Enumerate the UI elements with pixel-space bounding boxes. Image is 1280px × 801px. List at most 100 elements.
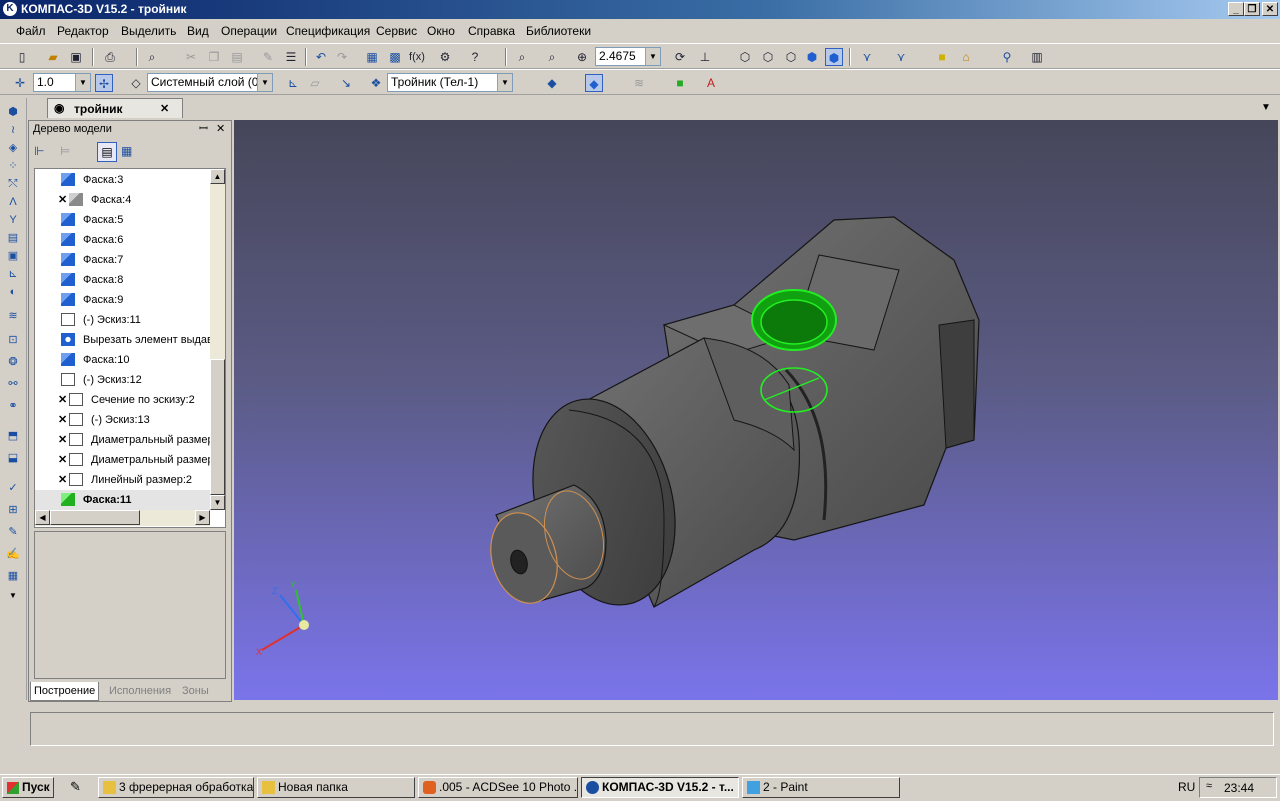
- sheet-metal-icon[interactable]: ◐: [5, 284, 21, 300]
- step-icon[interactable]: ✛: [11, 74, 29, 92]
- step-combo[interactable]: 1.0 ▼: [33, 73, 91, 92]
- auxiliary-geometry-icon[interactable]: ⤲: [5, 176, 21, 192]
- draw-icon[interactable]: ✍: [5, 546, 21, 562]
- orientation-icon[interactable]: ⊥: [696, 48, 714, 66]
- task-acdsee[interactable]: .005 - ACDSee 10 Photo ...: [418, 777, 578, 798]
- tree-item[interactable]: ✕ (-) Эскиз:13: [35, 410, 213, 430]
- menu-libraries[interactable]: Библиотеки: [526, 24, 591, 38]
- tree-view-mode-icon[interactable]: ▤: [97, 142, 117, 162]
- restore-button[interactable]: ❐: [1244, 2, 1260, 16]
- task-kompas[interactable]: КОМПАС-3D V15.2 - т...: [581, 777, 739, 798]
- thread-icon[interactable]: ≋: [5, 308, 21, 324]
- menu-window[interactable]: Окно: [427, 24, 455, 38]
- library-manager-icon[interactable]: ▩: [386, 48, 404, 66]
- manager-icon[interactable]: ▦: [363, 48, 381, 66]
- hidden-thin-icon[interactable]: ⬡: [782, 48, 800, 66]
- constraints-icon[interactable]: ⚯: [5, 376, 21, 392]
- menu-select[interactable]: Выделить: [121, 24, 176, 38]
- chevron-down-icon[interactable]: ▼: [645, 48, 660, 65]
- snap-icon[interactable]: ⋎: [892, 48, 910, 66]
- tree-item[interactable]: Фаска:9: [35, 290, 213, 310]
- pick-icon[interactable]: ↘: [337, 74, 355, 92]
- tree-item[interactable]: Фаска:3: [35, 170, 213, 190]
- close-panel-icon[interactable]: ✕: [216, 121, 225, 138]
- measure-tools-icon[interactable]: ⊾: [5, 266, 21, 282]
- cut-icon[interactable]: ✂: [182, 48, 200, 66]
- zoom-scale-icon[interactable]: ⊕: [573, 48, 591, 66]
- tree-item[interactable]: ✕ Сечение по эскизу:2: [35, 390, 213, 410]
- table-icon[interactable]: ▦: [5, 568, 21, 584]
- open-folder-icon[interactable]: ▰: [44, 48, 62, 66]
- surfaces-icon[interactable]: ◈: [5, 140, 21, 156]
- scroll-down-icon[interactable]: ▼: [210, 495, 225, 510]
- new-document-icon[interactable]: ▯: [13, 48, 31, 66]
- scroll-up-icon[interactable]: ▲: [210, 169, 225, 184]
- chevron-down-icon[interactable]: ▼: [497, 74, 512, 91]
- quicklaunch-icon[interactable]: ✎: [70, 779, 81, 795]
- close-tab-icon[interactable]: ✕: [160, 102, 169, 115]
- body-combo[interactable]: Тройник (Тел-1) ▼: [387, 73, 513, 92]
- tree-item[interactable]: ✕ Фаска:4: [35, 190, 213, 210]
- hidden-lines-icon[interactable]: ⬡: [759, 48, 777, 66]
- print-icon[interactable]: ⎙: [101, 48, 119, 66]
- tree-item[interactable]: (-) Эскиз:11: [35, 310, 213, 330]
- tab-zones[interactable]: Зоны: [179, 682, 212, 700]
- vertical-scrollbar[interactable]: ▲ ▼: [210, 169, 225, 510]
- tree-item[interactable]: (-) Эскиз:12: [35, 370, 213, 390]
- part-model[interactable]: X Y Z: [234, 120, 1278, 700]
- properties-icon[interactable]: ☰: [282, 48, 300, 66]
- shaded-edges-icon[interactable]: ⬢: [825, 48, 843, 66]
- spec-icon[interactable]: ▤: [5, 230, 21, 246]
- pencil-icon[interactable]: ✎: [5, 524, 21, 540]
- menu-file[interactable]: Файл: [16, 24, 46, 38]
- filter-tools-icon[interactable]: Y: [5, 212, 21, 228]
- horizontal-scrollbar[interactable]: ◀ ▶: [35, 510, 210, 526]
- dimension-icon[interactable]: A: [702, 74, 720, 92]
- chevron-down-icon[interactable]: ▼: [257, 74, 272, 91]
- tab-versions[interactable]: Исполнения: [106, 682, 174, 700]
- save-icon[interactable]: ▣: [67, 48, 85, 66]
- zoom-all-icon[interactable]: ⌕: [543, 48, 561, 66]
- tree-item[interactable]: ✕ Линейный размер:2: [35, 470, 213, 490]
- paste-icon[interactable]: ▤: [228, 48, 246, 66]
- zoom-window-icon[interactable]: ⌕: [513, 48, 531, 66]
- color-palette-icon[interactable]: ◆: [543, 74, 561, 92]
- active-style-icon[interactable]: ◆: [585, 74, 603, 92]
- tree-item[interactable]: ✕ Диаметральный размер: [35, 450, 213, 470]
- tab-construction[interactable]: Построение: [30, 682, 100, 701]
- network-icon[interactable]: ⚲: [998, 48, 1016, 66]
- layers-icon[interactable]: ≋: [630, 74, 648, 92]
- scroll-down-icon[interactable]: ▼: [5, 588, 21, 604]
- scroll-right-icon[interactable]: ▶: [195, 510, 210, 525]
- layer-combo[interactable]: Системный слой (0) ▼: [147, 73, 273, 92]
- report-icon[interactable]: ▥: [1028, 48, 1046, 66]
- menu-help[interactable]: Справка: [468, 24, 515, 38]
- task-folder-milling[interactable]: 3 фререрная обработка: [98, 777, 254, 798]
- task-new-folder[interactable]: Новая папка: [257, 777, 415, 798]
- plane-icon[interactable]: ▱: [306, 74, 324, 92]
- variables-fx-icon[interactable]: f(x): [408, 48, 426, 66]
- sketch-tools-icon[interactable]: Λ: [5, 194, 21, 210]
- shaded-icon[interactable]: ⬢: [803, 48, 821, 66]
- tree-item[interactable]: Фаска:5: [35, 210, 213, 230]
- menu-view[interactable]: Вид: [187, 24, 209, 38]
- insert-component-icon[interactable]: ⬒: [5, 428, 21, 444]
- tree-item[interactable]: Фаска:7: [35, 250, 213, 270]
- tray-expand-icon[interactable]: ≈: [1206, 780, 1212, 792]
- arrays-icon[interactable]: ⁘: [5, 158, 21, 174]
- tree-item[interactable]: ✕ Диаметральный размер: [35, 430, 213, 450]
- menu-specification[interactable]: Спецификация: [286, 24, 370, 38]
- print-preview-icon[interactable]: ⌕: [143, 48, 161, 66]
- wireframe-icon[interactable]: ⬡: [736, 48, 754, 66]
- 3d-viewport[interactable]: X Y Z: [234, 120, 1278, 700]
- tree-list-mode-icon[interactable]: ▦: [121, 144, 132, 158]
- menu-service[interactable]: Сервис: [376, 24, 417, 38]
- tree-item[interactable]: Фаска:11: [35, 490, 213, 510]
- rotate-icon[interactable]: ⟳: [671, 48, 689, 66]
- language-indicator[interactable]: RU: [1178, 780, 1195, 794]
- edit-part-icon[interactable]: ⬢: [5, 104, 21, 120]
- house-icon[interactable]: ⌂: [957, 48, 975, 66]
- dimensions-icon[interactable]: ⊡: [5, 332, 21, 348]
- filter-icon[interactable]: ⋎: [858, 48, 876, 66]
- tab-troynik[interactable]: ◉ тройник ✕: [47, 98, 183, 118]
